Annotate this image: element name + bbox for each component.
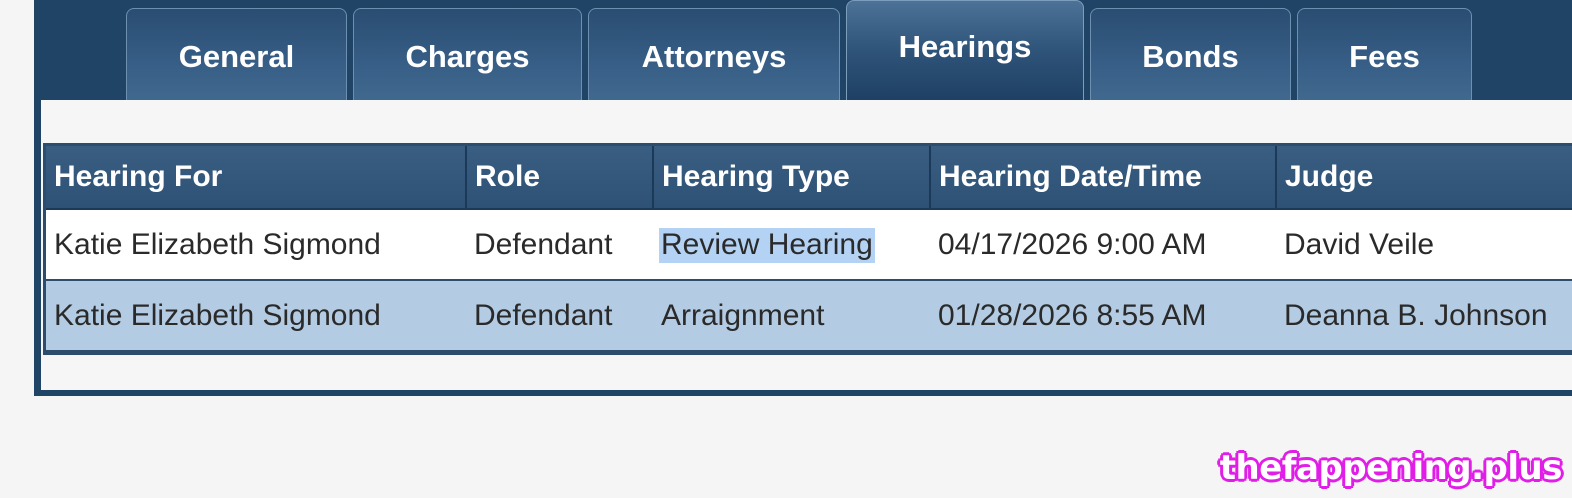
- column-header-hearing-datetime[interactable]: Hearing Date/Time: [930, 146, 1277, 210]
- tab-charges[interactable]: Charges: [353, 8, 582, 100]
- cell-hearing-for: Katie Elizabeth Sigmond: [46, 280, 466, 352]
- selected-text-highlight: Review Hearing: [659, 227, 875, 263]
- cell-judge: David Veile: [1276, 209, 1572, 281]
- tab-content-area: Hearing For Role Hearing Type Hearing Da…: [41, 100, 1572, 390]
- watermark-text: thefappening.plus: [1219, 448, 1563, 488]
- cell-hearing-for: Katie Elizabeth Sigmond: [46, 209, 466, 281]
- column-header-hearing-type[interactable]: Hearing Type: [653, 146, 931, 210]
- cell-judge: Deanna B. Johnson: [1276, 280, 1572, 352]
- cell-hearing-type: Review Hearing: [653, 209, 930, 281]
- column-header-judge[interactable]: Judge: [1276, 146, 1572, 210]
- tab-fees[interactable]: Fees: [1297, 8, 1472, 100]
- table-row[interactable]: Katie Elizabeth Sigmond Defendant Review…: [46, 209, 1572, 281]
- tab-attorneys[interactable]: Attorneys: [588, 8, 840, 100]
- tab-general[interactable]: General: [126, 8, 347, 100]
- tab-hearings[interactable]: Hearings: [846, 0, 1084, 100]
- cell-hearing-type: Arraignment: [653, 280, 930, 352]
- table-row[interactable]: Katie Elizabeth Sigmond Defendant Arraig…: [46, 280, 1572, 352]
- tab-bonds[interactable]: Bonds: [1090, 8, 1291, 100]
- case-details-panel: General Charges Attorneys Hearings Bonds…: [34, 0, 1572, 396]
- tab-bar: General Charges Attorneys Hearings Bonds…: [34, 0, 1572, 100]
- cell-role: Defendant: [466, 280, 653, 352]
- hearings-grid: Hearing For Role Hearing Type Hearing Da…: [43, 143, 1572, 355]
- column-header-role[interactable]: Role: [466, 146, 654, 210]
- cell-hearing-datetime: 04/17/2026 9:00 AM: [930, 209, 1276, 281]
- cell-role: Defendant: [466, 209, 653, 281]
- cell-hearing-datetime: 01/28/2026 8:55 AM: [930, 280, 1276, 352]
- table-header-row: Hearing For Role Hearing Type Hearing Da…: [46, 146, 1572, 210]
- column-header-hearing-for[interactable]: Hearing For: [46, 146, 467, 210]
- hearings-table: Hearing For Role Hearing Type Hearing Da…: [46, 146, 1572, 352]
